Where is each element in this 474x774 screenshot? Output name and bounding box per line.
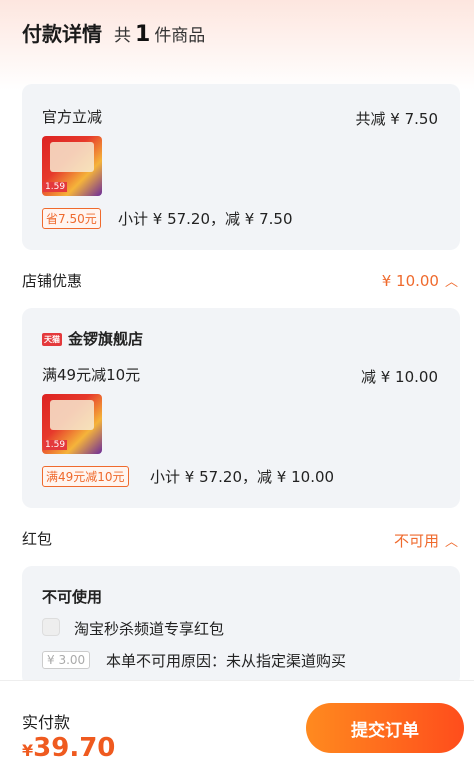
red-packet-name: 淘宝秒杀频道专享红包: [74, 620, 225, 638]
red-packet-amount-tag: ¥ 3.00: [42, 651, 91, 669]
shop-rule: 满49元减10元: [42, 366, 141, 384]
red-packet-label: 红包: [22, 530, 53, 548]
red-packet-checkbox[interactable]: [42, 618, 60, 636]
thumb-price: 1.59: [43, 440, 68, 450]
product-package-image: [50, 400, 94, 430]
shop-discount-tag: 满49元减10元: [42, 466, 129, 487]
store-name: 金锣旗舰店: [68, 330, 144, 348]
store-title[interactable]: 天猫 金锣旗舰店: [42, 328, 143, 349]
page-header: 付款详情 共 1 件商品: [22, 18, 205, 47]
product-thumbnail[interactable]: 1.59: [42, 394, 102, 454]
official-discount-label: 官方立减: [42, 108, 103, 126]
tmall-icon: 天猫: [42, 333, 62, 346]
official-discount-total: 共减 ¥ 7.50: [355, 110, 438, 128]
page-title: 付款详情: [22, 22, 102, 46]
official-discount-card: 官方立减 共减 ¥ 7.50 1.59 省7.50元 小计 ¥ 57.20，减 …: [22, 84, 460, 250]
product-package-image: [50, 142, 94, 172]
red-packet-status: 不可用: [393, 532, 439, 550]
official-subtotal: 小计 ¥ 57.20，减 ¥ 7.50: [118, 210, 293, 228]
product-thumbnail[interactable]: 1.59: [42, 136, 102, 196]
shop-subtotal: 小计 ¥ 57.20，减 ¥ 10.00: [150, 468, 335, 486]
unavailable-title: 不可使用: [42, 588, 103, 606]
chevron-up-icon: ︿: [444, 275, 458, 290]
thumb-price: 1.59: [43, 182, 68, 192]
chevron-up-icon: ︿: [444, 535, 458, 550]
shop-rule-value: 减 ¥ 10.00: [360, 368, 438, 386]
pay-amount: ¥39.70: [22, 733, 116, 763]
red-packet-card: 不可使用 淘宝秒杀频道专享红包 ¥ 3.00 本单不可用原因：未从指定渠道购买: [22, 566, 460, 686]
submit-order-button[interactable]: 提交订单: [306, 703, 464, 753]
shop-discount-value: ¥ 10.00: [381, 271, 439, 290]
pay-label: 实付款: [22, 713, 71, 732]
discount-tag: 省7.50元: [42, 208, 101, 229]
red-packet-toggle[interactable]: 不可用 ︿: [394, 530, 458, 551]
item-count: 共 1 件商品: [114, 22, 206, 47]
shop-discount-toggle[interactable]: ¥ 10.00 ︿: [381, 271, 458, 291]
checkout-bar: 实付款 ¥39.70 提交订单: [0, 680, 474, 774]
shop-discount-label: 店铺优惠: [22, 272, 83, 290]
unavailable-reason: 本单不可用原因：未从指定渠道购买: [106, 652, 347, 670]
shop-discount-card: 天猫 金锣旗舰店 满49元减10元 减 ¥ 10.00 1.59 满49元减10元…: [22, 308, 460, 508]
